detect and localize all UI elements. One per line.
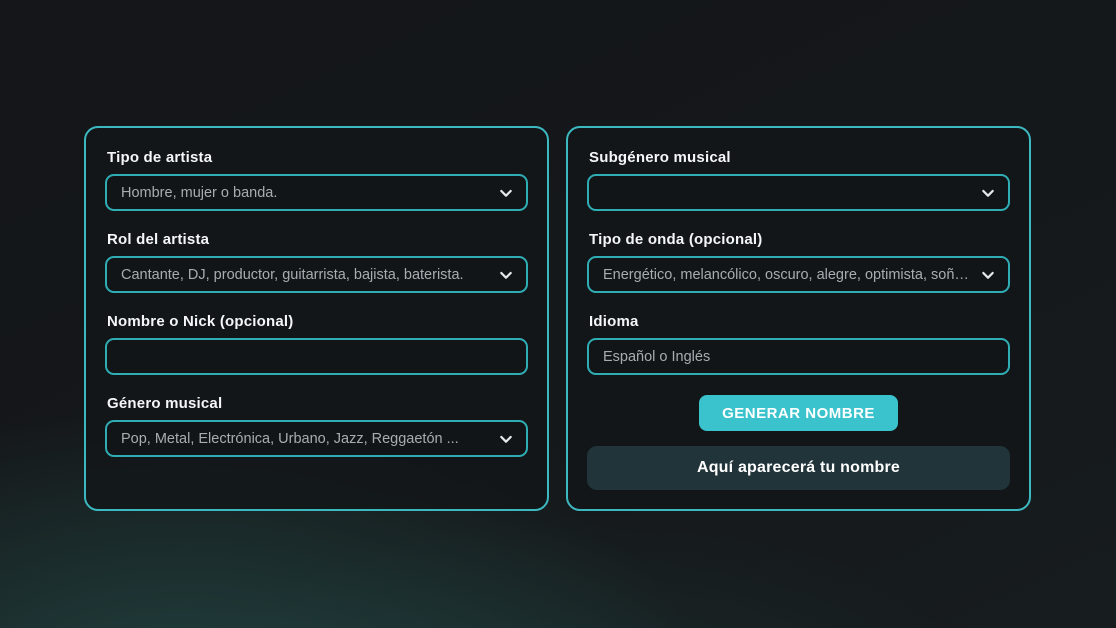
rol-del-artista-label: Rol del artista (107, 231, 528, 248)
rol-del-artista-placeholder: Cantante, DJ, productor, guitarrista, ba… (121, 267, 490, 283)
subgenero-musical-label: Subgénero musical (589, 149, 1010, 166)
genero-musical-label: Género musical (107, 395, 528, 412)
generator-panel: Subgénero musical Tipo de onda (opcional… (566, 126, 1031, 511)
nombre-nick-label: Nombre o Nick (opcional) (107, 313, 528, 330)
nombre-nick-input[interactable] (105, 338, 528, 375)
idioma-input[interactable] (587, 338, 1010, 375)
tipo-de-artista-label: Tipo de artista (107, 149, 528, 166)
idioma-label: Idioma (589, 313, 1010, 330)
genero-musical-select[interactable]: Pop, Metal, Electrónica, Urbano, Jazz, R… (105, 420, 528, 457)
rol-del-artista-select[interactable]: Cantante, DJ, productor, guitarrista, ba… (105, 256, 528, 293)
app-background: Tipo de artista Hombre, mujer o banda. R… (0, 0, 1116, 628)
chevron-down-icon (980, 267, 996, 283)
result-text: Aquí aparecerá tu nombre (697, 459, 900, 477)
tipo-de-onda-select[interactable]: Energético, melancólico, oscuro, alegre,… (587, 256, 1010, 293)
tipo-de-onda-label: Tipo de onda (opcional) (589, 231, 1010, 248)
chevron-down-icon (498, 431, 514, 447)
chevron-down-icon (980, 185, 996, 201)
generar-nombre-button[interactable]: GENERAR NOMBRE (699, 395, 898, 431)
tipo-de-artista-select[interactable]: Hombre, mujer o banda. (105, 174, 528, 211)
result-box: Aquí aparecerá tu nombre (587, 446, 1010, 490)
tipo-de-artista-placeholder: Hombre, mujer o banda. (121, 185, 490, 201)
artist-form-panel: Tipo de artista Hombre, mujer o banda. R… (84, 126, 549, 511)
subgenero-musical-select[interactable] (587, 174, 1010, 211)
genero-musical-placeholder: Pop, Metal, Electrónica, Urbano, Jazz, R… (121, 431, 490, 447)
chevron-down-icon (498, 267, 514, 283)
tipo-de-onda-placeholder: Energético, melancólico, oscuro, alegre,… (603, 267, 972, 283)
chevron-down-icon (498, 185, 514, 201)
